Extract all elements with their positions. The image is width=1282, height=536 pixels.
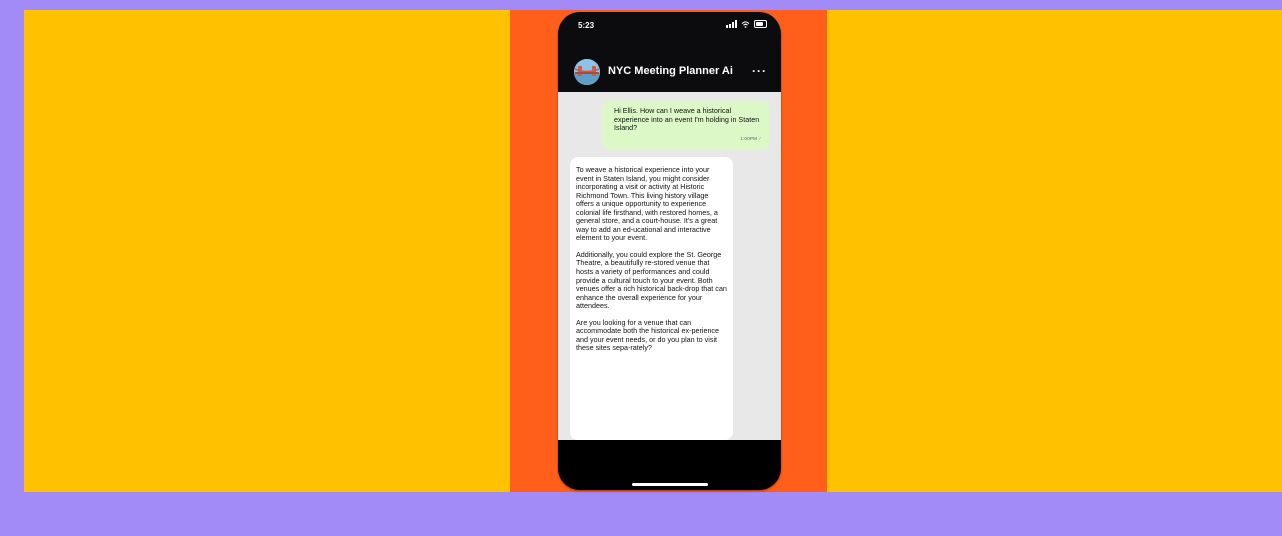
purple-bottom-curve xyxy=(0,492,1282,536)
more-options-icon[interactable]: ··· xyxy=(752,64,767,78)
battery-icon xyxy=(754,20,767,28)
wifi-icon xyxy=(741,20,750,28)
assistant-message-bubble: To weave a historical experience into yo… xyxy=(570,157,733,440)
status-bar: 5:23 xyxy=(558,12,781,42)
phone-mockup: 5:23 NYC Meeting Planner Ai ··· Hi Ellis… xyxy=(558,12,781,490)
message-time: 1:00PM✓ xyxy=(740,136,762,145)
assistant-paragraph: Are you looking for a venue that can acc… xyxy=(576,317,720,353)
user-message-text: Hi Ellis. How can I weave a historical e… xyxy=(614,106,760,133)
home-indicator[interactable] xyxy=(632,483,708,486)
user-message-bubble: Hi Ellis. How can I weave a historical e… xyxy=(602,101,770,150)
assistant-paragraph: To weave a historical experience into yo… xyxy=(576,165,718,243)
message-time-text: 1:00PM xyxy=(740,137,757,143)
bottom-input-bar xyxy=(558,440,781,490)
read-check-icon: ✓ xyxy=(757,137,762,143)
chat-area[interactable]: Hi Ellis. How can I weave a historical e… xyxy=(558,92,781,440)
chat-header: NYC Meeting Planner Ai ··· xyxy=(558,56,781,92)
bridge-avatar-icon[interactable] xyxy=(574,59,600,85)
status-icons xyxy=(726,20,767,28)
assistant-paragraph: Additionally, you could explore the St. … xyxy=(576,249,727,311)
status-time: 5:23 xyxy=(578,21,595,30)
chat-title: NYC Meeting Planner Ai xyxy=(608,65,733,77)
signal-icon xyxy=(726,20,737,28)
